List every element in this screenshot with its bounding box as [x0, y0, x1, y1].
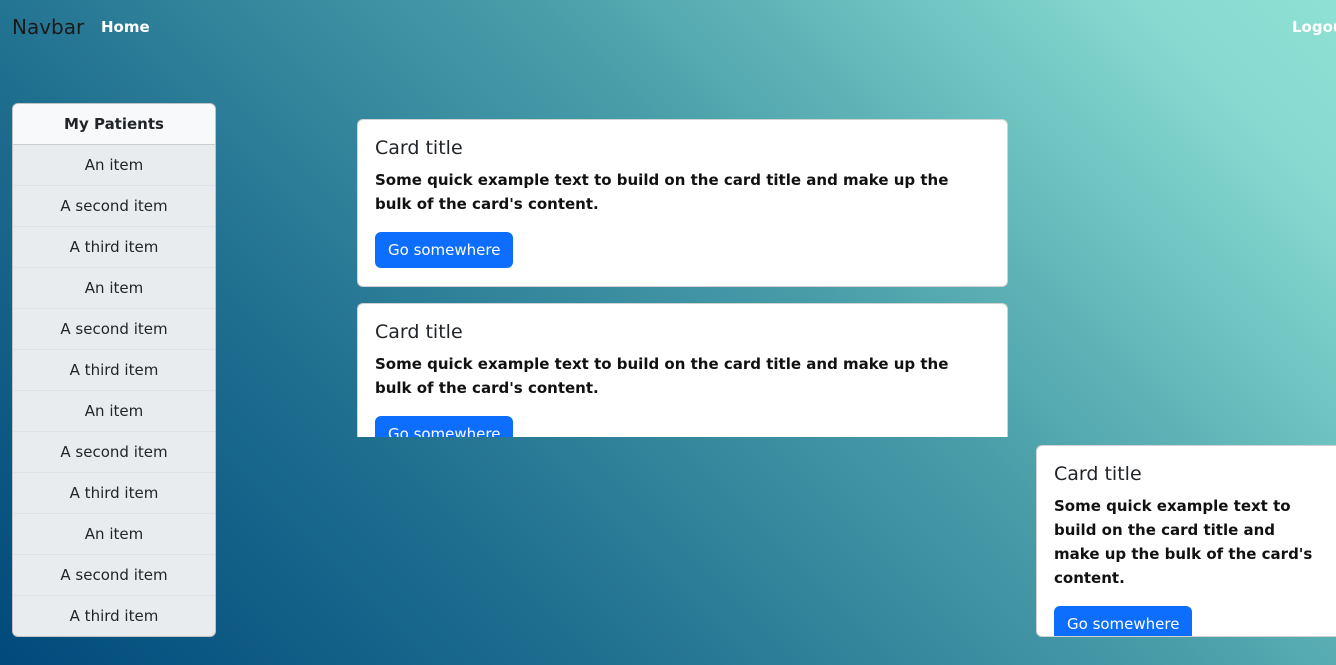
list-item[interactable]: A second item — [13, 432, 215, 473]
list-item[interactable]: An item — [13, 391, 215, 432]
card-title: Card title — [375, 137, 463, 159]
card-text: Some quick example text to build on the … — [375, 355, 949, 397]
list-item[interactable]: An item — [13, 145, 215, 186]
list-item[interactable]: A third item — [13, 473, 215, 514]
nav-link-logout[interactable]: Logout — [1292, 17, 1336, 37]
navbar-brand[interactable]: Navbar — [12, 14, 84, 40]
list-item[interactable]: An item — [13, 268, 215, 309]
navbar: Navbar Home Logout — [0, 0, 1336, 54]
nav-link-home[interactable]: Home — [101, 17, 150, 37]
card-title: Card title — [1054, 463, 1142, 485]
list-item[interactable]: A second item — [13, 186, 215, 227]
card-title: Card title — [375, 321, 463, 343]
list-item[interactable]: A second item — [13, 555, 215, 596]
card-text: Some quick example text to build on the … — [1054, 497, 1313, 587]
card: Card title Some quick example text to bu… — [357, 119, 1008, 287]
list-item[interactable]: A third item — [13, 227, 215, 268]
go-somewhere-button[interactable]: Go somewhere — [375, 232, 514, 268]
list-item[interactable]: An item — [13, 514, 215, 555]
card: Card title Some quick example text to bu… — [357, 303, 1008, 437]
patients-list: My Patients An item A second item A thir… — [12, 103, 216, 637]
card-text: Some quick example text to build on the … — [375, 171, 949, 213]
patients-list-header: My Patients — [13, 104, 215, 145]
go-somewhere-button[interactable]: Go somewhere — [375, 416, 514, 437]
list-item[interactable]: A second item — [13, 309, 215, 350]
go-somewhere-button[interactable]: Go somewhere — [1054, 606, 1193, 636]
card: Card title Some quick example text to bu… — [1036, 445, 1336, 637]
list-item[interactable]: A third item — [13, 596, 215, 636]
list-item[interactable]: A third item — [13, 350, 215, 391]
